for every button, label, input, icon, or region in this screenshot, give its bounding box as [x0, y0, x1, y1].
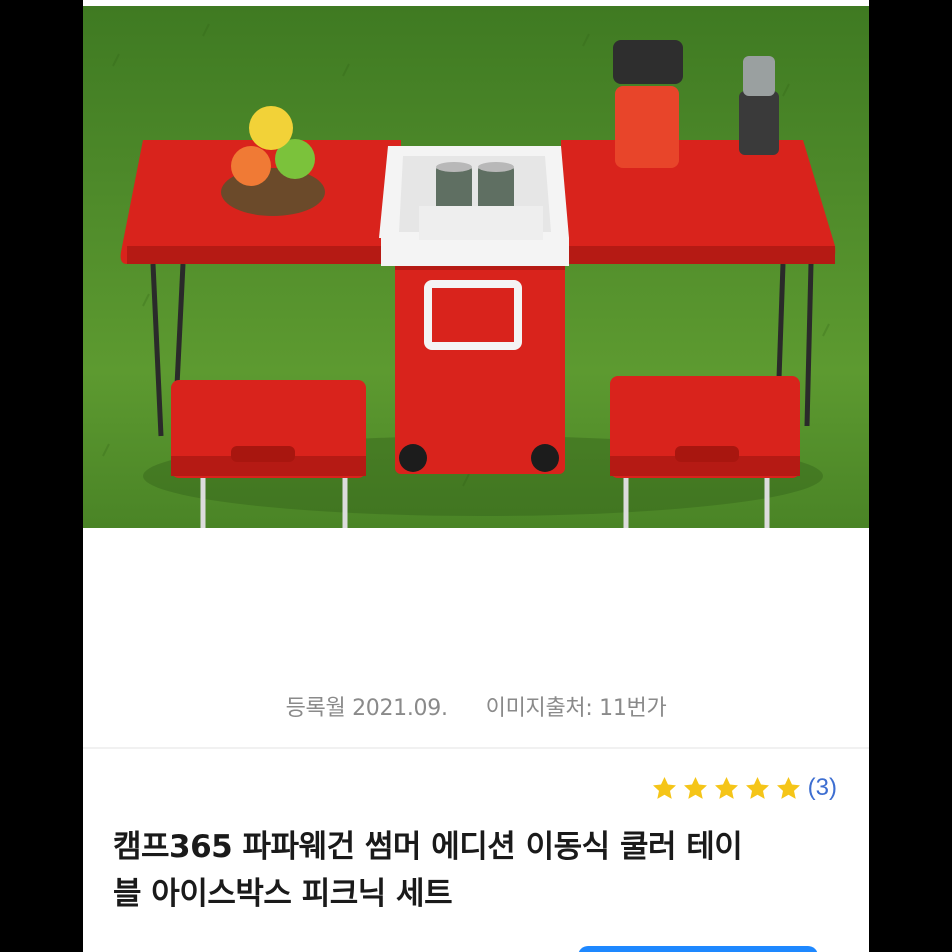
- star-icon: [745, 776, 769, 799]
- star-icon: [683, 776, 707, 799]
- star-icon: [776, 776, 800, 799]
- product-image[interactable]: [83, 6, 869, 528]
- star-icon: [652, 776, 676, 799]
- picnic-table-illustration: [102, 23, 836, 528]
- image-meta: 등록월 2021.09. 이미지출처: 11번가: [83, 690, 869, 722]
- product-title: 캠프365 파파웨건 썸머 에디션 이동식 쿨러 테이 블 아이스박스 피크닉 …: [113, 824, 833, 918]
- action-button[interactable]: [578, 946, 818, 952]
- product-title-line-1: 캠프365 파파웨건 썸머 에디션 이동식 쿨러 테이: [113, 829, 743, 865]
- review-count[interactable]: (3): [808, 774, 837, 802]
- star-icon: [714, 776, 738, 799]
- product-screen: 등록월 2021.09. 이미지출처: 11번가 (3) 캠프365 파파웨건 썸…: [83, 0, 869, 952]
- section-divider: [83, 747, 869, 749]
- product-title-line-2: 블 아이스박스 피크닉 세트: [113, 876, 453, 912]
- registered-month: 등록월 2021.09.: [285, 696, 448, 721]
- product-rating[interactable]: (3): [647, 774, 837, 802]
- image-source: 이미지출처: 11번가: [485, 696, 667, 721]
